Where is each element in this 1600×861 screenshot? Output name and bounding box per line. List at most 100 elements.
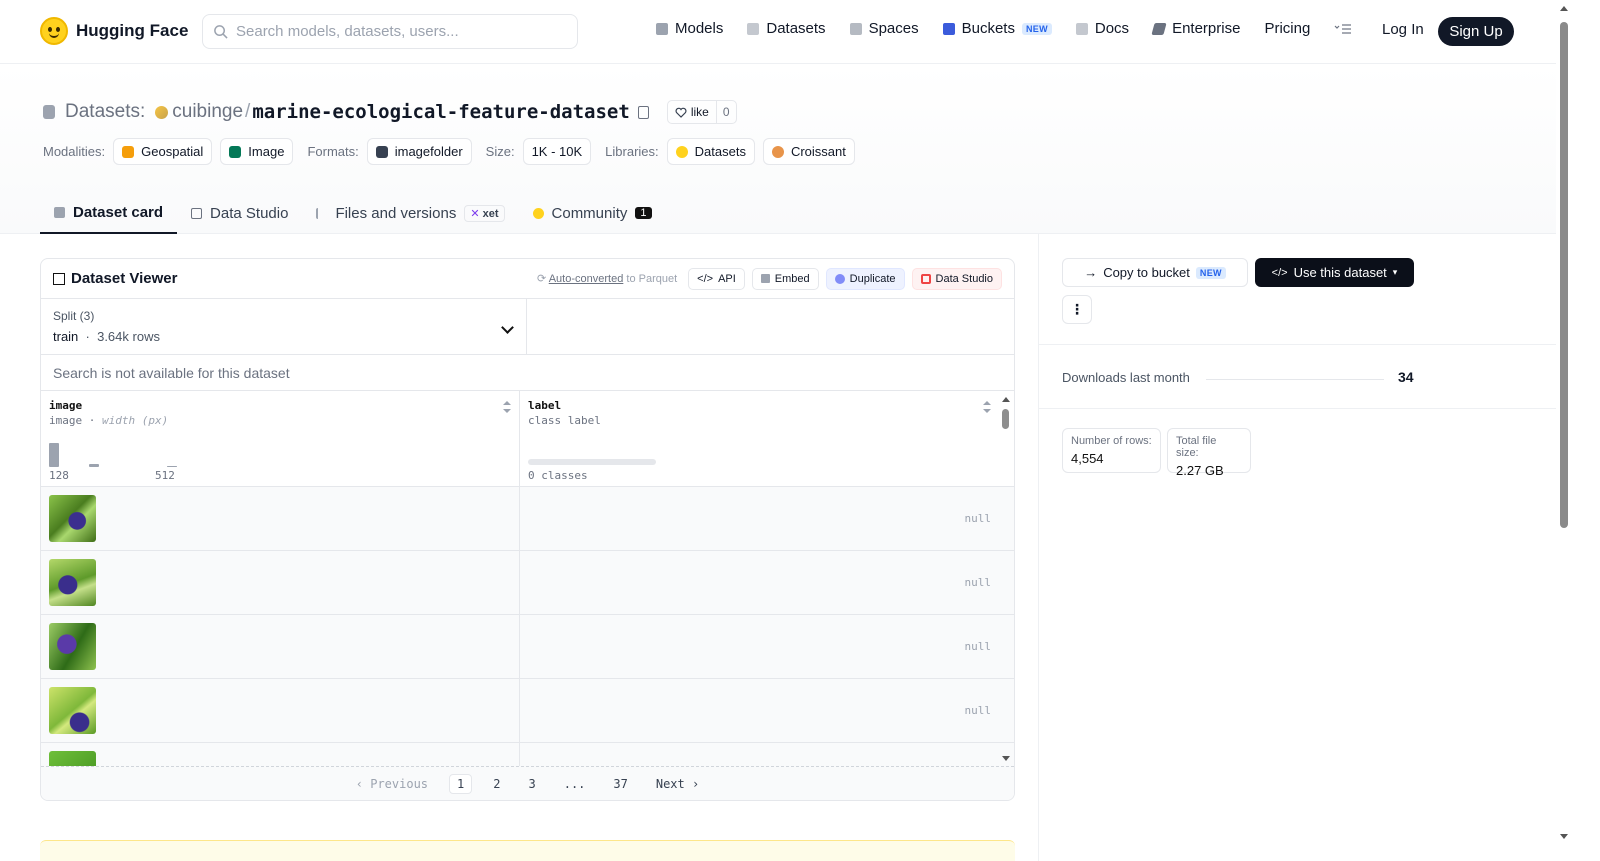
nav-pricing[interactable]: Pricing [1264,20,1310,37]
data-table: image image · width (px) 128 512 label c… [41,391,1014,767]
tag-size[interactable]: 1K - 10K [522,138,592,165]
new-badge: NEW [1195,266,1226,279]
tab-files-and-versions[interactable]: Files and versions ✕ xet [302,192,518,234]
tag-geospatial[interactable]: Geospatial [113,138,213,165]
nav-models[interactable]: Models [656,20,723,37]
like-count[interactable]: 0 [715,101,736,123]
nav-datasets[interactable]: Datasets [747,20,826,37]
page-button-2[interactable]: 2 [486,775,507,793]
table-row[interactable]: null [41,615,1014,679]
table-scrollbar[interactable] [998,391,1014,767]
use-this-dataset-button[interactable]: </> Use this dataset ▾ [1255,258,1414,287]
label-cell[interactable]: null [520,487,999,550]
copy-icon[interactable] [637,105,649,119]
size-label: Size: [485,144,515,159]
page-button-1[interactable]: 1 [449,773,473,794]
repo-name-link[interactable]: marine-ecological-feature-dataset [252,101,630,123]
nav-enterprise[interactable]: Enterprise [1151,20,1240,37]
null-value: null [964,512,992,525]
scrollbar-thumb[interactable] [1002,409,1009,429]
image-cell[interactable] [41,743,520,767]
scroll-up-arrow-icon[interactable] [1002,397,1010,402]
rows-stat: Number of rows: 4,554 [1062,428,1161,473]
scroll-down-arrow-icon[interactable] [1002,756,1010,761]
repo-title: Datasets: cuibinge / marine-ecological-f… [43,100,737,124]
hugging-face-logo-icon [40,17,68,45]
xet-label: xet [482,207,499,220]
tab-dataset-card[interactable]: Dataset card [40,192,178,234]
prev-label: Previous [370,776,429,791]
split-selector[interactable]: Split (3) train · 3.64k rows [41,299,527,354]
image-cell[interactable] [41,679,520,742]
search-input[interactable] [236,23,556,40]
kebab-menu-icon: ⋮ [1070,301,1084,317]
label-cell[interactable]: null [520,679,999,742]
image-cell[interactable] [41,487,520,550]
page-scrollbar[interactable] [1556,0,1572,861]
sort-icon[interactable] [983,401,991,413]
column-header-label[interactable]: label class label 0 classes [520,391,999,486]
nav-more-menu[interactable] [1334,23,1352,35]
data-studio-button[interactable]: Data Studio [911,267,1002,290]
label-cell[interactable] [520,743,999,767]
column-header-image[interactable]: image image · width (px) 128 512 [41,391,520,486]
viewer-search[interactable] [41,355,1014,391]
sort-icon[interactable] [503,401,511,413]
copy-to-bucket-button[interactable]: → Copy to bucket NEW [1062,258,1248,287]
auto-converted-link[interactable]: Auto-converted [549,273,624,285]
tag-text: 1K - 10K [531,144,583,159]
null-value: null [964,576,992,589]
tag-croissant[interactable]: Croissant [762,138,855,165]
label-cell[interactable]: null [520,551,999,614]
table-row[interactable]: null [41,487,1014,551]
previous-page-button[interactable]: ‹ Previous [349,775,435,793]
image-thumbnail[interactable] [49,687,96,734]
image-thumbnail[interactable] [49,559,96,606]
like-toggle[interactable]: like [668,101,716,123]
next-page-button[interactable]: Next › [649,775,706,793]
scroll-up-arrow-icon[interactable] [1560,6,1568,11]
table-row[interactable] [41,743,1014,767]
login-link[interactable]: Log In [1382,21,1424,38]
nav-docs[interactable]: Docs [1075,20,1130,37]
nav-buckets[interactable]: Buckets NEW [942,20,1052,37]
api-button[interactable]: </> API [688,267,745,290]
nav-label: Docs [1094,20,1130,37]
org-link[interactable]: cuibinge [172,101,243,123]
xet-badge: ✕ xet [464,204,505,222]
modalities-label: Modalities: [43,144,106,159]
histogram-bar[interactable] [49,443,59,467]
page-button-3[interactable]: 3 [521,775,542,793]
tag-image[interactable]: Image [220,138,294,165]
duplicate-button[interactable]: Duplicate [825,267,905,290]
tag-datasets-lib[interactable]: Datasets [666,138,755,165]
duplicate-icon [834,273,845,284]
page-scrollbar-thumb[interactable] [1560,22,1568,528]
tab-community[interactable]: Community 1 [519,192,666,234]
image-cell[interactable] [41,615,520,678]
tag-text: Geospatial [141,144,204,159]
signup-button[interactable]: Sign Up [1438,17,1514,46]
histogram-bar[interactable] [167,466,177,467]
page-button-37[interactable]: 37 [606,775,634,793]
image-thumbnail[interactable] [49,495,96,542]
histogram-bar[interactable] [89,464,99,467]
like-button[interactable]: like 0 [666,100,737,124]
enterprise-icon [1151,22,1167,35]
nav-spaces[interactable]: Spaces [849,20,919,37]
viewer-search-input[interactable] [53,364,1002,381]
embed-button[interactable]: Embed [751,267,819,290]
tag-imagefolder[interactable]: imagefolder [366,138,472,165]
hf-logo-link[interactable]: Hugging Face [40,17,188,45]
button-label: Embed [774,272,810,285]
more-options-button[interactable]: ⋮ [1062,295,1092,324]
image-thumbnail[interactable] [49,623,96,670]
table-row[interactable]: null [41,679,1014,743]
image-thumbnail[interactable] [49,751,96,767]
table-row[interactable]: null [41,551,1014,615]
tab-data-studio[interactable]: Data Studio [177,192,302,234]
global-search[interactable] [202,14,578,49]
scroll-down-arrow-icon[interactable] [1560,834,1568,839]
image-cell[interactable] [41,551,520,614]
label-cell[interactable]: null [520,615,999,678]
